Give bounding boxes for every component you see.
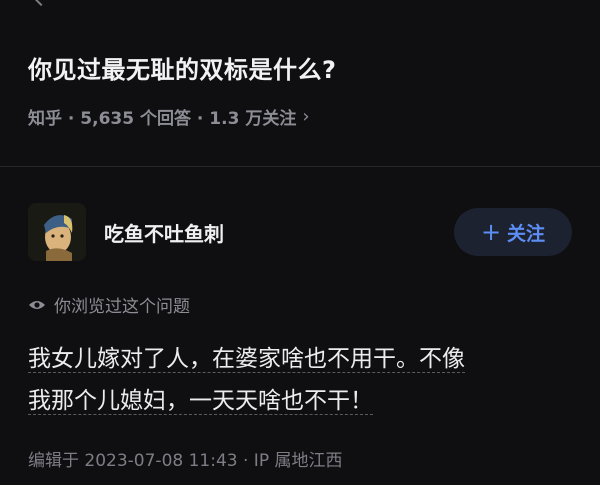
viewed-text: 你浏览过这个问题: [54, 297, 190, 317]
back-arrow-icon[interactable]: [33, 0, 49, 7]
author-row: 吃鱼不吐鱼刺 + 关注: [28, 203, 572, 261]
answer-line-2: 我那个儿媳妇，一天天啥也不干！: [28, 388, 373, 415]
viewed-notice: 你浏览过这个问题: [28, 292, 190, 317]
eye-icon: [29, 300, 45, 309]
divider: [0, 166, 600, 167]
answer-line-1: 我女儿嫁对了人，在婆家啥也不用干。不像: [28, 346, 465, 373]
question-meta[interactable]: 知乎 · 5,635 个回答 · 1.3 万关注 ›: [28, 104, 580, 129]
author-name[interactable]: 吃鱼不吐鱼刺: [104, 218, 454, 247]
plus-icon: +: [480, 218, 502, 246]
question-header: 你见过最无耻的双标是什么? 知乎 · 5,635 个回答 · 1.3 万关注 ›: [28, 52, 580, 129]
question-meta-text: 知乎 · 5,635 个回答 · 1.3 万关注: [28, 109, 297, 129]
answer-content[interactable]: 我女儿嫁对了人，在婆家啥也不用干。不像 我那个儿媳妇，一天天啥也不干！: [28, 338, 582, 422]
follow-button[interactable]: + 关注: [454, 208, 572, 256]
avatar[interactable]: [28, 203, 86, 261]
chevron-right-icon: ›: [302, 106, 310, 127]
follow-label: 关注: [507, 222, 546, 245]
edit-timestamp: 编辑于 2023-07-08 11:43 · IP 属地江西: [28, 451, 343, 471]
question-title[interactable]: 你见过最无耻的双标是什么?: [28, 52, 580, 88]
